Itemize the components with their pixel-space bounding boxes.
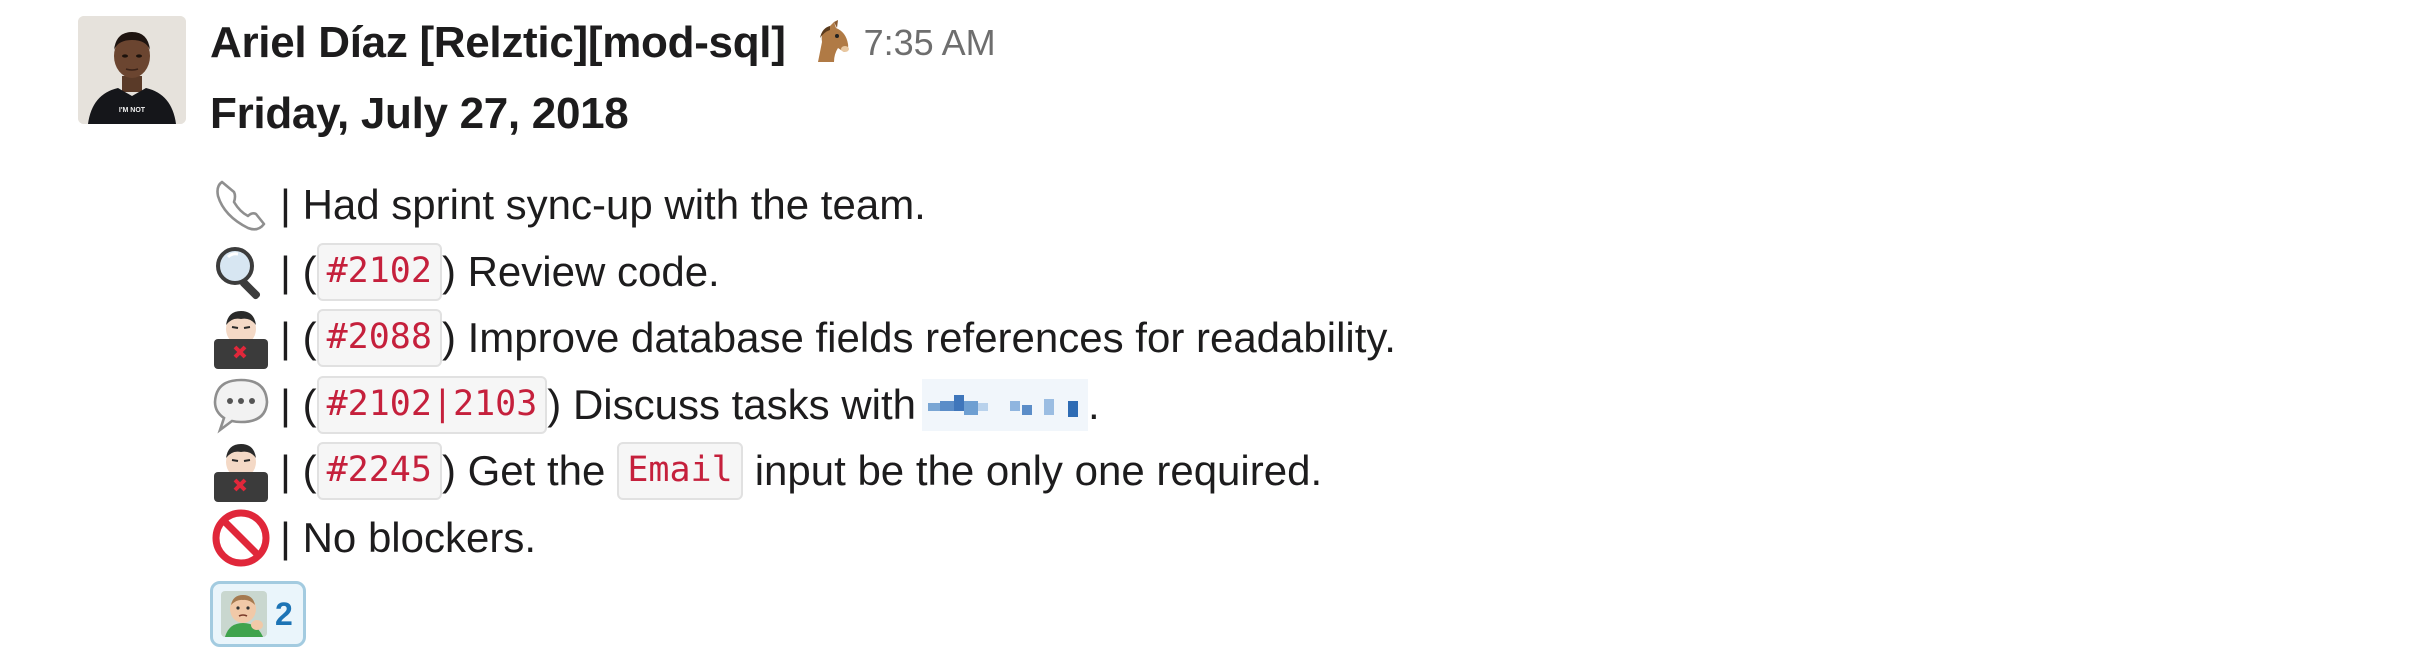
author-name[interactable]: Ariel Díaz [Relztic][mod-sql]	[210, 18, 786, 68]
line-prefix: | (	[280, 380, 317, 428]
magnifying-glass-icon	[210, 241, 272, 303]
list-item: | No blockers.	[210, 505, 2380, 572]
line-prefix: | (	[280, 447, 317, 495]
hacker-face-icon	[210, 307, 272, 370]
line-end: .	[1088, 380, 1100, 428]
list-item: | ( #2102 ) Review code.	[210, 239, 2380, 306]
line-suffix: input be the only one required.	[754, 447, 1323, 495]
list-item: | ( #2088 ) Improve database fields refe…	[210, 305, 2380, 372]
list-item: | ( #2102|2103 ) Discuss tasks with .	[210, 372, 2380, 439]
line-suffix: ) Discuss tasks with	[547, 380, 917, 428]
no-entry-icon	[210, 507, 272, 569]
list-item: | ( #2245 ) Get the Email input be the o…	[210, 438, 2380, 505]
message-content: Ariel Díaz [Relztic][mod-sql] 7:35 AM Fr…	[210, 14, 2380, 647]
reaction-count: 2	[275, 595, 293, 632]
hacker-face-icon	[210, 440, 272, 503]
speech-bubble-icon	[210, 374, 272, 436]
avatar[interactable]: I'M NOT	[78, 16, 186, 124]
reaction-button[interactable]: 2	[210, 581, 306, 647]
phone-icon	[210, 174, 272, 236]
user-mention-redacted[interactable]	[922, 378, 1089, 431]
avatar-shirt-text: I'M NOT	[119, 107, 146, 114]
timestamp[interactable]: 7:35 AM	[864, 22, 996, 64]
line-prefix: | (	[280, 247, 317, 295]
list-item: | Had sprint sync-up with the team.	[210, 172, 2380, 239]
line-text: | No blockers.	[280, 513, 536, 561]
success-kid-icon	[221, 591, 267, 637]
line-suffix: ) Improve database fields references for…	[441, 314, 1396, 362]
line-suffix: ) Review code.	[441, 247, 720, 295]
line-text: | Had sprint sync-up with the team.	[280, 181, 926, 229]
avatar-photo: I'M NOT	[78, 16, 186, 124]
line-middle: ) Get the	[441, 447, 606, 495]
ticket-code: #2088	[316, 309, 442, 368]
date-line: Friday, July 27, 2018	[210, 89, 629, 138]
message-header: Ariel Díaz [Relztic][mod-sql] 7:35 AM	[210, 14, 2380, 72]
horse-icon[interactable]	[804, 18, 854, 68]
ticket-code: #2245	[316, 442, 442, 501]
chat-message: I'M NOT Ariel Díaz [Relztic][mod-sql] 7:…	[0, 0, 2420, 662]
message-body: | Had sprint sync-up with the team. | ( …	[210, 172, 2380, 571]
line-prefix: | (	[280, 314, 317, 362]
ticket-code: #2102	[316, 242, 442, 301]
inline-code-email: Email	[617, 442, 743, 501]
ticket-code: #2102|2103	[316, 375, 548, 434]
